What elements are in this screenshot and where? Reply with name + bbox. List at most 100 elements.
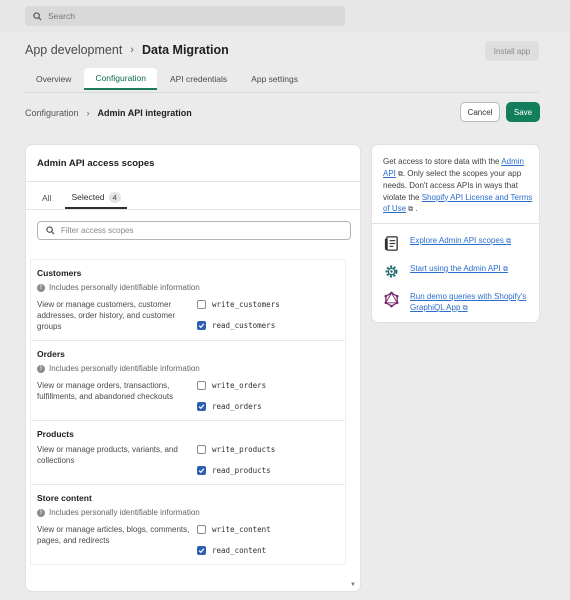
graphql-icon bbox=[384, 291, 399, 308]
search-icon bbox=[33, 11, 42, 21]
breadcrumb-app-development[interactable]: App development bbox=[25, 43, 122, 57]
scope-name: write_products bbox=[212, 445, 276, 454]
access-scopes-card: Admin API access scopes All Selected 4 F… bbox=[25, 144, 361, 592]
resource-label: Run demo queries with Shopify's GraphiQL… bbox=[410, 292, 527, 312]
tab-bar: Overview Configuration API credentials A… bbox=[25, 68, 311, 90]
document-icon bbox=[384, 236, 398, 251]
scope-description: View or manage products, variants, and c… bbox=[37, 445, 178, 465]
help-text-part: Get access to store data with the bbox=[383, 157, 500, 166]
checkbox[interactable] bbox=[197, 381, 206, 390]
info-icon: ! bbox=[37, 364, 45, 373]
scope-checkbox-row[interactable]: read_customers bbox=[197, 320, 280, 331]
scope-tabs: All Selected 4 bbox=[36, 187, 127, 209]
external-link-icon: ⧉ bbox=[462, 305, 468, 312]
resource-graphiql[interactable]: Run demo queries with Shopify's GraphiQL… bbox=[383, 291, 533, 314]
filter-scopes-input[interactable]: Filter access scopes bbox=[37, 221, 351, 240]
help-text: Get access to store data with the Admin … bbox=[383, 156, 533, 216]
scope-checkboxes: write_products read_products bbox=[197, 444, 275, 476]
external-link-icon: ⧉ bbox=[395, 170, 403, 178]
tab-api-credentials[interactable]: API credentials bbox=[159, 68, 238, 90]
global-search-input[interactable]: Search bbox=[25, 6, 345, 26]
resource-label: Explore Admin API scopes bbox=[410, 236, 504, 245]
resource-start-admin-api[interactable]: Start using the Admin API ⧉ bbox=[383, 263, 533, 280]
tab-selected-label: Selected bbox=[71, 192, 105, 202]
scope-name: write_content bbox=[212, 525, 271, 534]
scope-section-body: View or manage customers, customer addre… bbox=[37, 299, 339, 332]
checkbox[interactable] bbox=[197, 466, 206, 475]
save-button[interactable]: Save bbox=[506, 102, 540, 122]
tab-configuration[interactable]: Configuration bbox=[84, 68, 157, 90]
checkbox[interactable] bbox=[197, 321, 206, 330]
scope-list: Customers! Includes personally identifiab… bbox=[31, 260, 345, 564]
top-bar: Search bbox=[0, 0, 570, 32]
install-app-button[interactable]: Install app bbox=[485, 41, 539, 61]
scope-name: read_customers bbox=[212, 321, 276, 330]
card-divider bbox=[26, 181, 360, 182]
pii-note-text: Includes personally identifiable informa… bbox=[49, 508, 200, 517]
scope-checkbox-row[interactable]: read_products bbox=[197, 465, 275, 476]
selected-count-badge: 4 bbox=[108, 191, 121, 203]
scope-section: Products View or manage products, variant… bbox=[31, 421, 345, 485]
chevron-right-icon: › bbox=[130, 44, 134, 56]
scope-name: read_products bbox=[212, 466, 271, 475]
pii-note-text: Includes personally identifiable informa… bbox=[49, 364, 200, 373]
scope-section: Store content! Includes personally identi… bbox=[31, 485, 345, 564]
scroll-down-icon[interactable]: ▼ bbox=[350, 582, 356, 588]
checkbox[interactable] bbox=[197, 525, 206, 534]
card-title: Admin API access scopes bbox=[37, 158, 155, 169]
checkbox[interactable] bbox=[197, 546, 206, 555]
scope-checkbox-row[interactable]: write_orders bbox=[197, 380, 266, 391]
chevron-right-icon: › bbox=[86, 108, 90, 118]
gear-icon bbox=[385, 265, 398, 278]
help-divider bbox=[372, 223, 539, 224]
scope-section-body: View or manage orders, transactions, ful… bbox=[37, 380, 339, 412]
pii-note-text: Includes personally identifiable informa… bbox=[49, 283, 200, 292]
help-text-part: . bbox=[415, 204, 418, 213]
resource-explore-scopes[interactable]: Explore Admin API scopes ⧉ bbox=[383, 235, 533, 252]
tab-selected[interactable]: Selected 4 bbox=[65, 187, 127, 209]
scope-section: Customers! Includes personally identifiab… bbox=[31, 260, 345, 341]
checkbox[interactable] bbox=[197, 402, 206, 411]
scope-checkbox-row[interactable]: write_content bbox=[197, 524, 271, 535]
checkbox[interactable] bbox=[197, 300, 206, 309]
pii-note: ! Includes personally identifiable inform… bbox=[37, 364, 339, 373]
pii-note: ! Includes personally identifiable inform… bbox=[37, 283, 339, 292]
scope-section-title: Customers bbox=[37, 268, 82, 278]
resource-link[interactable]: Run demo queries with Shopify's GraphiQL… bbox=[410, 291, 533, 314]
scope-name: write_customers bbox=[212, 300, 280, 309]
info-icon: ! bbox=[37, 508, 45, 517]
scope-checkbox-row[interactable]: write_products bbox=[197, 444, 275, 455]
help-card: Get access to store data with the Admin … bbox=[371, 144, 540, 323]
section-title: Admin API integration bbox=[97, 108, 192, 118]
scope-name: write_orders bbox=[212, 381, 267, 390]
scope-name: read_content bbox=[212, 546, 267, 555]
scope-section-title: Orders bbox=[37, 349, 65, 359]
scope-checkbox-row[interactable]: read_content bbox=[197, 545, 271, 556]
tabs-divider bbox=[26, 209, 360, 210]
tab-overview[interactable]: Overview bbox=[25, 68, 82, 90]
external-link-icon: ⧉ bbox=[506, 238, 512, 245]
scope-description: View or manage customers, customer addre… bbox=[37, 300, 176, 331]
scope-section-body: View or manage articles, blogs, comments… bbox=[37, 524, 339, 556]
resource-link[interactable]: Start using the Admin API ⧉ bbox=[410, 263, 508, 275]
info-icon: ! bbox=[37, 283, 45, 292]
checkbox[interactable] bbox=[197, 445, 206, 454]
breadcrumb-configuration[interactable]: Configuration bbox=[25, 108, 79, 118]
scope-section-title: Store content bbox=[37, 493, 92, 503]
tab-app-settings[interactable]: App settings bbox=[240, 68, 309, 90]
scope-description: View or manage articles, blogs, comments… bbox=[37, 525, 190, 545]
scope-description: View or manage orders, transactions, ful… bbox=[37, 381, 174, 401]
scope-checkboxes: write_orders read_orders bbox=[197, 380, 266, 412]
resource-label: Start using the Admin API bbox=[410, 264, 501, 273]
scope-checkboxes: write_customers read_customers bbox=[197, 299, 280, 332]
breadcrumb: Configuration › Admin API integration bbox=[25, 106, 192, 120]
scope-checkbox-row[interactable]: read_orders bbox=[197, 401, 266, 412]
filter-placeholder: Filter access scopes bbox=[61, 226, 134, 235]
cancel-button[interactable]: Cancel bbox=[460, 102, 500, 122]
resource-link[interactable]: Explore Admin API scopes ⧉ bbox=[410, 235, 511, 247]
page-title: App development › Data Migration bbox=[25, 42, 229, 58]
pii-note: ! Includes personally identifiable inform… bbox=[37, 508, 339, 517]
tabs-divider bbox=[25, 92, 539, 93]
tab-all[interactable]: All bbox=[36, 187, 57, 209]
scope-checkbox-row[interactable]: write_customers bbox=[197, 299, 280, 310]
